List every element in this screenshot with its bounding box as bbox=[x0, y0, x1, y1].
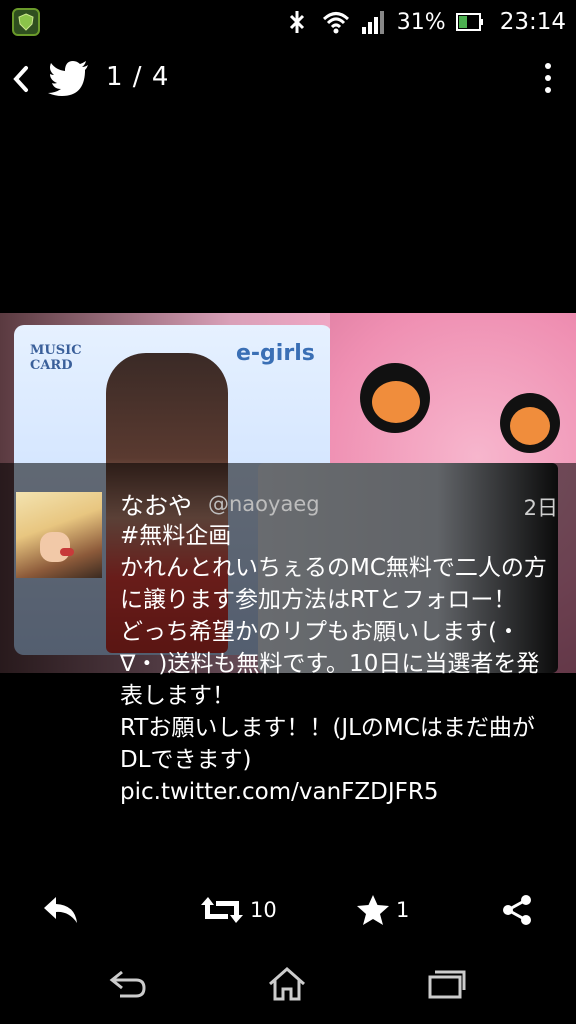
nav-home-icon[interactable] bbox=[259, 962, 315, 1006]
nav-back-icon[interactable] bbox=[100, 962, 156, 1006]
reply-icon bbox=[44, 897, 77, 923]
retweet-count: 10 bbox=[250, 898, 277, 922]
favorite-button[interactable]: 1 bbox=[356, 892, 409, 928]
nav-bar bbox=[0, 944, 576, 1024]
nav-recents-icon[interactable] bbox=[418, 962, 474, 1006]
twitter-bird-icon bbox=[48, 60, 90, 96]
author-handle[interactable]: @naoyaeg bbox=[208, 492, 320, 516]
overflow-menu-icon[interactable] bbox=[538, 60, 558, 100]
card-label-line2: CARD bbox=[30, 358, 73, 373]
wifi-icon bbox=[322, 12, 349, 34]
battery-icon bbox=[455, 13, 483, 31]
status-bar: 31% 23:14 bbox=[0, 0, 576, 44]
retweet-icon bbox=[201, 897, 243, 923]
status-icons: 31% 23:14 bbox=[283, 6, 566, 38]
favorite-count: 1 bbox=[396, 898, 410, 922]
tweet-time: 2日 bbox=[523, 496, 558, 520]
clock: 23:14 bbox=[499, 9, 566, 35]
signal-icon bbox=[361, 11, 384, 34]
share-button[interactable] bbox=[500, 892, 534, 928]
mickey-face-graphic bbox=[360, 363, 430, 433]
share-icon bbox=[503, 895, 531, 925]
star-icon bbox=[357, 895, 389, 925]
action-bar: 1 / 4 bbox=[0, 48, 576, 110]
bluetooth-off-icon bbox=[289, 11, 304, 33]
card-brand: e-girls bbox=[236, 341, 315, 366]
card-label: MUSIC CARD bbox=[30, 343, 82, 373]
avatar[interactable] bbox=[16, 492, 102, 578]
tweet-text: #無料企画 かれんとれいちぇるのMC無料で二人の方に譲ります参加方法はRTとフォ… bbox=[120, 523, 547, 805]
page-counter: 1 / 4 bbox=[106, 62, 170, 92]
reply-button[interactable] bbox=[42, 892, 80, 928]
app-shield-icon bbox=[12, 8, 40, 36]
tweet-actions: 10 1 bbox=[0, 886, 576, 934]
mickey-face-graphic bbox=[500, 393, 560, 453]
card-label-line1: MUSIC bbox=[30, 343, 82, 358]
retweet-button[interactable]: 10 bbox=[200, 892, 277, 928]
author-name[interactable]: なおや bbox=[120, 486, 192, 521]
battery-percent: 31% bbox=[396, 9, 446, 35]
back-icon[interactable] bbox=[8, 62, 36, 96]
